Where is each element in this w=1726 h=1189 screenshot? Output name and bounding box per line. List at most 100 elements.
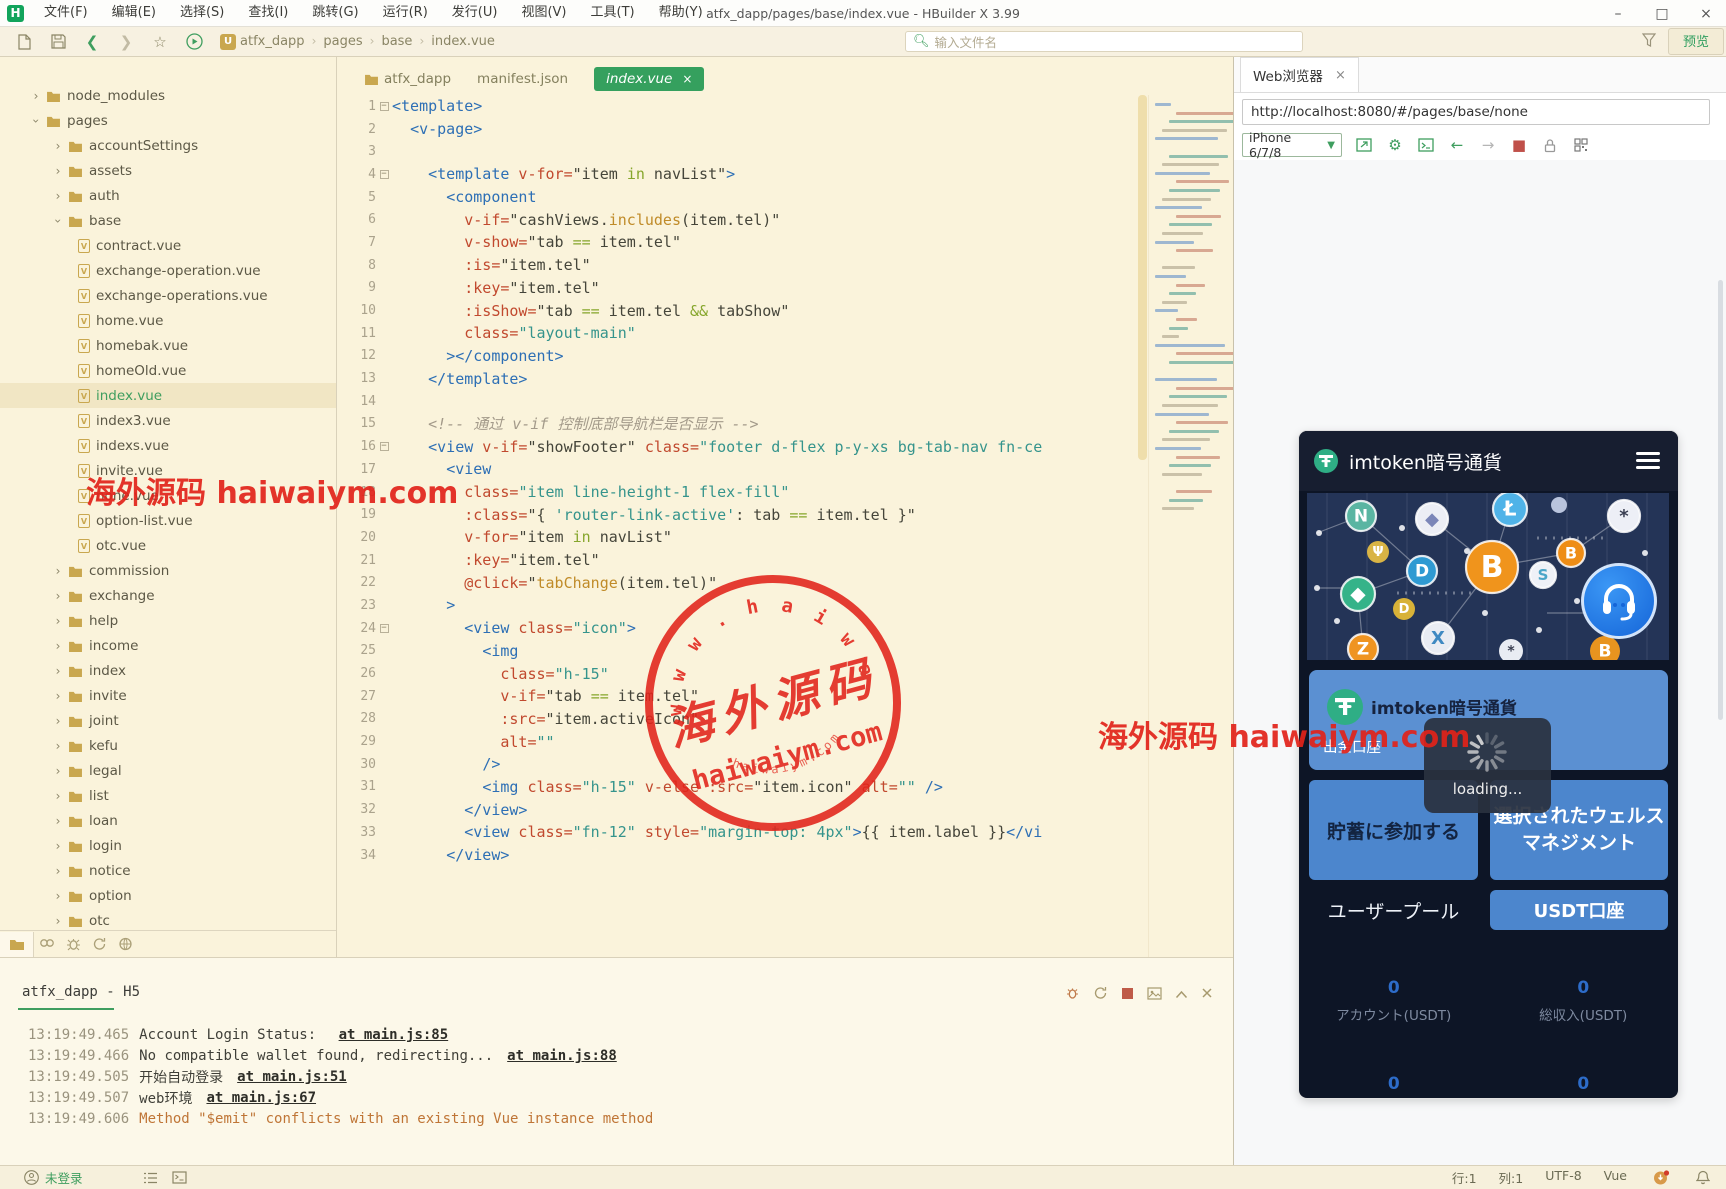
fold-marker[interactable]: − <box>376 170 392 179</box>
status-item[interactable]: 列:1 <box>1499 1168 1524 1187</box>
menu-item[interactable]: 跳转(G) <box>300 0 370 26</box>
devtools-icon[interactable] <box>1417 136 1435 154</box>
editor-tab-index.vue[interactable]: index.vue× <box>594 67 704 91</box>
update-icon[interactable] <box>1653 1170 1670 1185</box>
status-item[interactable]: Vue <box>1604 1168 1627 1187</box>
menu-item[interactable]: 查找(I) <box>236 0 300 26</box>
qrcode-icon[interactable] <box>1572 136 1590 154</box>
tree-item-index3.vue[interactable]: Vindex3.vue <box>0 408 336 433</box>
nav-back-icon[interactable]: ← <box>1448 136 1466 154</box>
customer-service-button[interactable] <box>1581 563 1657 639</box>
editor-tab-manifest.json[interactable]: manifest.json <box>477 71 568 87</box>
log-source-link[interactable]: at main.js:67 <box>206 1090 316 1106</box>
tree-item-invite[interactable]: ›invite <box>0 683 336 708</box>
breadcrumb-item[interactable]: atfx_dapp <box>240 34 305 49</box>
editor-tab-atfx_dapp[interactable]: atfx_dapp <box>364 71 451 87</box>
menu-item[interactable]: 视图(V) <box>509 0 578 26</box>
tree-item-assets[interactable]: ›assets <box>0 158 336 183</box>
open-external-icon[interactable] <box>1355 136 1373 154</box>
url-input[interactable]: http://localhost:8080/#/pages/base/none <box>1242 99 1710 125</box>
tree-item-income[interactable]: ›income <box>0 633 336 658</box>
tab-close-icon[interactable]: × <box>682 72 692 86</box>
status-item[interactable]: UTF-8 <box>1545 1168 1581 1187</box>
usdt-account-button[interactable]: USDT口座 <box>1490 890 1668 930</box>
fold-marker[interactable]: − <box>376 102 392 111</box>
terminal-icon[interactable] <box>172 1171 187 1184</box>
bug-panel-icon[interactable] <box>60 932 86 957</box>
log-source-link[interactable]: at main.js:85 <box>339 1027 449 1043</box>
status-item[interactable]: 行:1 <box>1452 1168 1477 1187</box>
console-bug-icon[interactable] <box>1065 986 1080 1004</box>
console-refresh-icon[interactable] <box>1093 986 1108 1004</box>
bell-icon[interactable] <box>1696 1170 1710 1185</box>
run-icon[interactable] <box>184 32 204 52</box>
forward-icon[interactable]: ❯ <box>116 32 136 52</box>
menu-item[interactable]: 编辑(E) <box>100 0 168 26</box>
tree-item-base[interactable]: ›base <box>0 208 336 233</box>
tree-item-kefu[interactable]: ›kefu <box>0 733 336 758</box>
gear-icon[interactable]: ⚙ <box>1386 136 1404 154</box>
tree-item-otc.vue[interactable]: Votc.vue <box>0 533 336 558</box>
hamburger-menu-icon[interactable] <box>1636 452 1660 473</box>
log-source-link[interactable]: at main.js:88 <box>507 1048 617 1064</box>
tree-item-option[interactable]: ›option <box>0 883 336 908</box>
breadcrumb-item[interactable]: index.vue <box>431 34 495 49</box>
fold-marker[interactable]: − <box>376 442 392 451</box>
search-input[interactable]: 🔍︎ 输入文件名 <box>905 31 1303 52</box>
tree-item-homebak.vue[interactable]: Vhomebak.vue <box>0 333 336 358</box>
browser-tab-close-icon[interactable]: × <box>1335 68 1346 83</box>
files-panel-icon[interactable] <box>0 932 34 957</box>
user-pool-label[interactable]: ユーザープール <box>1309 890 1478 930</box>
tree-item-contract.vue[interactable]: Vcontract.vue <box>0 233 336 258</box>
outline-icon[interactable] <box>143 1172 158 1184</box>
minimize-button[interactable]: – <box>1608 6 1628 22</box>
breadcrumb-item[interactable]: pages <box>323 34 362 49</box>
console-close-icon[interactable] <box>1201 987 1213 1003</box>
menu-item[interactable]: 运行(R) <box>371 0 440 26</box>
back-icon[interactable]: ❮ <box>82 32 102 52</box>
extensions-panel-icon[interactable] <box>112 932 138 957</box>
withdraw-account-label[interactable]: 出金口座 <box>1323 736 1381 757</box>
close-button[interactable]: × <box>1696 6 1716 22</box>
browser-tab[interactable]: Web浏览器 × <box>1240 57 1359 92</box>
browser-scrollbar[interactable] <box>1718 280 1723 720</box>
preview-button[interactable]: 预览 <box>1668 28 1724 55</box>
tree-item-index.vue[interactable]: Vindex.vue <box>0 383 336 408</box>
menu-item[interactable]: 发行(U) <box>440 0 510 26</box>
tree-item-home.vue[interactable]: Vhome.vue <box>0 308 336 333</box>
editor-minimap[interactable] <box>1148 95 1233 957</box>
console-collapse-icon[interactable] <box>1175 988 1188 1003</box>
save-icon[interactable] <box>48 32 68 52</box>
lock-icon[interactable] <box>1541 136 1559 154</box>
tree-item-commission[interactable]: ›commission <box>0 558 336 583</box>
menu-item[interactable]: 工具(T) <box>579 0 647 26</box>
tree-item-notice[interactable]: ›notice <box>0 858 336 883</box>
tree-item-invite.vue[interactable]: Vinvite.vue <box>0 458 336 483</box>
tree-item-joint[interactable]: ›joint <box>0 708 336 733</box>
search-panel-icon[interactable] <box>34 932 60 957</box>
tree-item-accountSettings[interactable]: ›accountSettings <box>0 133 336 158</box>
console-screenshot-icon[interactable] <box>1147 987 1162 1004</box>
star-icon[interactable]: ☆ <box>150 32 170 52</box>
breadcrumb-item[interactable]: base <box>381 34 412 49</box>
tree-item-node_modules[interactable]: ›node_modules <box>0 83 336 108</box>
console-tab[interactable]: atfx_dapp - H5 <box>22 984 140 1000</box>
tree-item-index[interactable]: ›index <box>0 658 336 683</box>
filter-icon[interactable] <box>1642 33 1656 51</box>
code-editor[interactable]: 1−<template>2 <v-page>34− <template v-fo… <box>338 95 1136 957</box>
tree-item-homeOld.vue[interactable]: VhomeOld.vue <box>0 358 336 383</box>
tree-item-legal[interactable]: ›legal <box>0 758 336 783</box>
tree-item-exchange[interactable]: ›exchange <box>0 583 336 608</box>
tree-item-auth[interactable]: ›auth <box>0 183 336 208</box>
fold-marker[interactable]: − <box>376 624 392 633</box>
tree-item-login[interactable]: ›login <box>0 833 336 858</box>
maximize-button[interactable]: □ <box>1652 6 1672 22</box>
login-status[interactable]: 未登录 <box>45 1168 83 1187</box>
user-icon[interactable] <box>24 1170 39 1185</box>
tree-item-list[interactable]: ›list <box>0 783 336 808</box>
refresh-panel-icon[interactable] <box>86 932 112 957</box>
stop-icon[interactable]: ■ <box>1510 136 1528 154</box>
tree-item-option-list.vue[interactable]: Voption-list.vue <box>0 508 336 533</box>
nav-forward-icon[interactable]: → <box>1479 136 1497 154</box>
tree-item-loan[interactable]: ›loan <box>0 808 336 833</box>
